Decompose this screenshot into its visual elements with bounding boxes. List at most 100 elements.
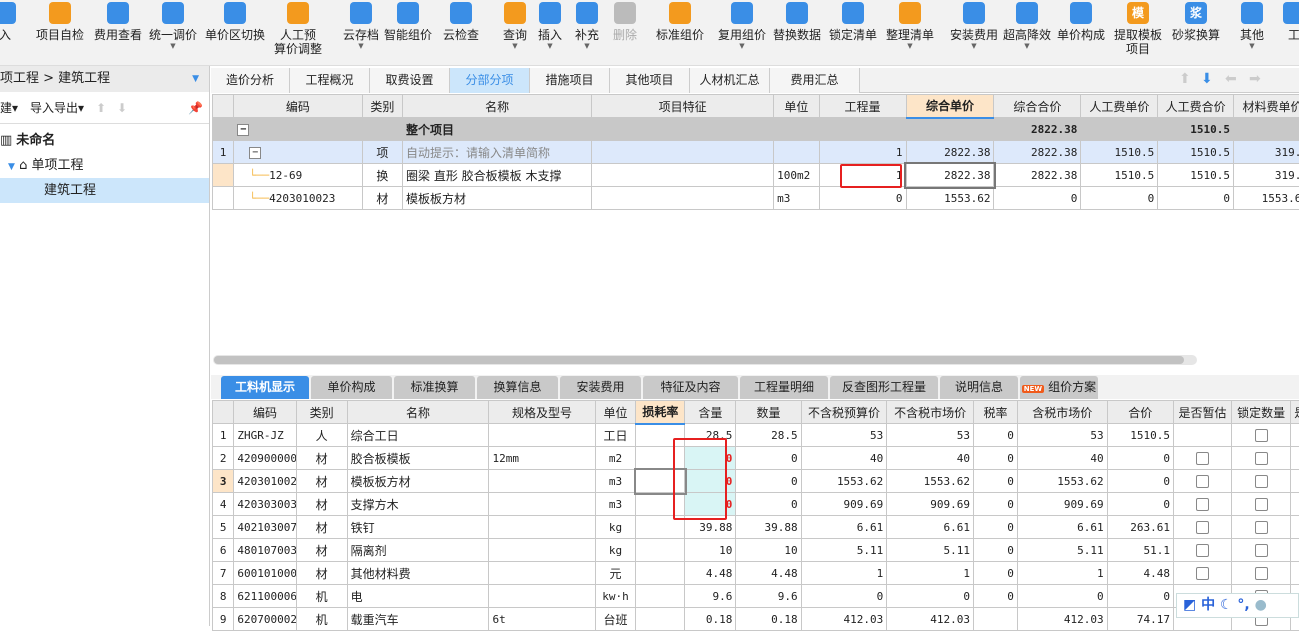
cell[interactable] [213, 187, 234, 210]
cell[interactable]: ✓ [1291, 562, 1299, 585]
toolbar-button-13[interactable]: 标准组价 [656, 2, 704, 42]
cell[interactable]: 材 [296, 539, 347, 562]
cell[interactable]: 0 [1017, 585, 1107, 608]
cell[interactable]: 0 [887, 585, 974, 608]
expand-icon[interactable]: ▼ [8, 162, 15, 172]
cell[interactable] [636, 539, 685, 562]
cell[interactable]: 40 [887, 447, 974, 470]
table-row[interactable]: 44203030030材支撑方木m300909.69909.690909.690… [213, 493, 1299, 516]
tree-item-unit[interactable]: 建筑工程 [0, 178, 209, 203]
table-row[interactable]: 76001010009材其他材料费元4.484.4811014.48✓ [213, 562, 1299, 585]
cell[interactable]: 材 [296, 470, 347, 493]
cell[interactable]: 0 [974, 424, 1018, 447]
cell[interactable] [636, 608, 685, 631]
arrow-up-icon[interactable]: ⬆ [1179, 71, 1191, 87]
dropdown-arrow-icon[interactable]: ▼ [575, 42, 599, 50]
cell[interactable] [636, 447, 685, 470]
cell[interactable]: 铁钉 [347, 516, 489, 539]
cell[interactable]: 0 [736, 447, 801, 470]
cell[interactable] [592, 187, 774, 210]
cell[interactable]: 0 [974, 447, 1018, 470]
cell[interactable]: 412.03 [887, 608, 974, 631]
cell[interactable]: 3 [213, 470, 234, 493]
cell[interactable]: 8 [213, 585, 234, 608]
dropdown-arrow-icon[interactable]: ▼ [1003, 42, 1051, 50]
cell[interactable]: m3 [774, 187, 819, 210]
cell[interactable]: 4801070032 [234, 539, 296, 562]
cell[interactable] [819, 118, 906, 141]
horizontal-scrollbar[interactable] [213, 355, 1197, 365]
import-export-button[interactable]: 导入导出▾ [30, 92, 84, 124]
cell[interactable]: 0 [1107, 585, 1173, 608]
column-header[interactable]: 不含税预算价 [801, 401, 887, 424]
cell[interactable] [1234, 118, 1299, 141]
column-header[interactable]: 规格及型号 [489, 401, 595, 424]
cell[interactable]: 圈梁 直形 胶合板模板 木支撑 [403, 164, 592, 187]
cell[interactable]: 28.5 [685, 424, 736, 447]
cell[interactable] [592, 118, 774, 141]
cell[interactable]: − [234, 118, 362, 141]
cell[interactable]: 载重汽车 [347, 608, 489, 631]
cell[interactable]: 263.61 [1107, 516, 1173, 539]
cell[interactable]: m3 [595, 493, 636, 516]
cell[interactable]: 9 [213, 608, 234, 631]
cell[interactable] [489, 470, 595, 493]
cell[interactable]: 0 [736, 493, 801, 516]
cell[interactable]: 1510.5 [1081, 164, 1158, 187]
cell[interactable]: 1 [1017, 562, 1107, 585]
bottom-tab-0[interactable]: 工料机显示 [221, 376, 309, 399]
column-header[interactable]: 名称 [403, 95, 592, 118]
cell[interactable]: ✓ [1291, 424, 1299, 447]
cell[interactable] [636, 585, 685, 608]
user-icon[interactable]: ● [1255, 597, 1267, 613]
cell[interactable]: 39.88 [736, 516, 801, 539]
toolbar-button-5[interactable]: 人工预算价调整 [274, 2, 322, 56]
cell[interactable]: 0 [801, 585, 887, 608]
cell[interactable]: ✓ [1291, 493, 1299, 516]
column-header[interactable]: 是否 [1291, 401, 1299, 424]
cell[interactable]: 39.88 [685, 516, 736, 539]
cell[interactable]: 4203030030 [234, 493, 296, 516]
toolbar-button-24[interactable]: 工 [1283, 2, 1299, 42]
cell[interactable]: 5.11 [1017, 539, 1107, 562]
cell[interactable]: 0 [1107, 470, 1173, 493]
arrow-left-icon[interactable]: ⬅ [1225, 71, 1237, 87]
cell[interactable]: 1510.5 [1158, 164, 1234, 187]
cell[interactable]: 电 [347, 585, 489, 608]
cell[interactable] [213, 164, 234, 187]
bottom-tab-2[interactable]: 标准换算 [394, 376, 475, 399]
tab-1[interactable]: 工程概况 [290, 68, 370, 93]
column-header[interactable]: 含量 [685, 401, 736, 424]
cell[interactable]: 1553.62 [906, 187, 994, 210]
column-header[interactable]: 项目特征 [592, 95, 774, 118]
cell[interactable]: 412.03 [1017, 608, 1107, 631]
cell[interactable]: 6.61 [887, 516, 974, 539]
column-header[interactable]: 名称 [347, 401, 489, 424]
toolbar-button-3[interactable]: 统一调价▼ [149, 2, 197, 50]
cell[interactable]: 胶合板模板 [347, 447, 489, 470]
cell[interactable]: 1 [819, 164, 906, 187]
pin-icon[interactable]: 📌 [188, 92, 203, 124]
toolbar-button-19[interactable]: 超高降效▼ [1003, 2, 1051, 50]
ime-switch-icon[interactable]: ◩ [1183, 597, 1196, 613]
cell[interactable]: 6 [213, 539, 234, 562]
cell[interactable]: kg [595, 516, 636, 539]
bottom-tab-5[interactable]: 特征及内容 [643, 376, 738, 399]
cell[interactable]: 1510.5 [1158, 141, 1234, 164]
column-header[interactable]: 编码 [234, 95, 362, 118]
cell[interactable]: 40 [1017, 447, 1107, 470]
cell[interactable]: 0 [974, 585, 1018, 608]
chevron-down-icon[interactable]: ▼ [192, 66, 199, 92]
column-header[interactable]: 不含税市场价 [887, 401, 974, 424]
column-header[interactable]: 数量 [736, 401, 801, 424]
column-header[interactable]: 材料费单价 [1234, 95, 1299, 118]
cell[interactable]: 0 [819, 187, 906, 210]
column-header[interactable]: 单位 [774, 95, 819, 118]
move-up-icon[interactable]: ⬆ [96, 92, 106, 124]
cell[interactable]: 909.69 [1017, 493, 1107, 516]
dropdown-arrow-icon[interactable]: ▼ [538, 42, 562, 50]
cell[interactable]: 0 [685, 470, 736, 493]
cell[interactable]: 319.2 [1234, 164, 1299, 187]
table-row[interactable]: 1ZHGR-JZ人综合工日工日28.528.553530531510.5✓ [213, 424, 1299, 447]
column-header[interactable]: 锁定数量 [1232, 401, 1291, 424]
